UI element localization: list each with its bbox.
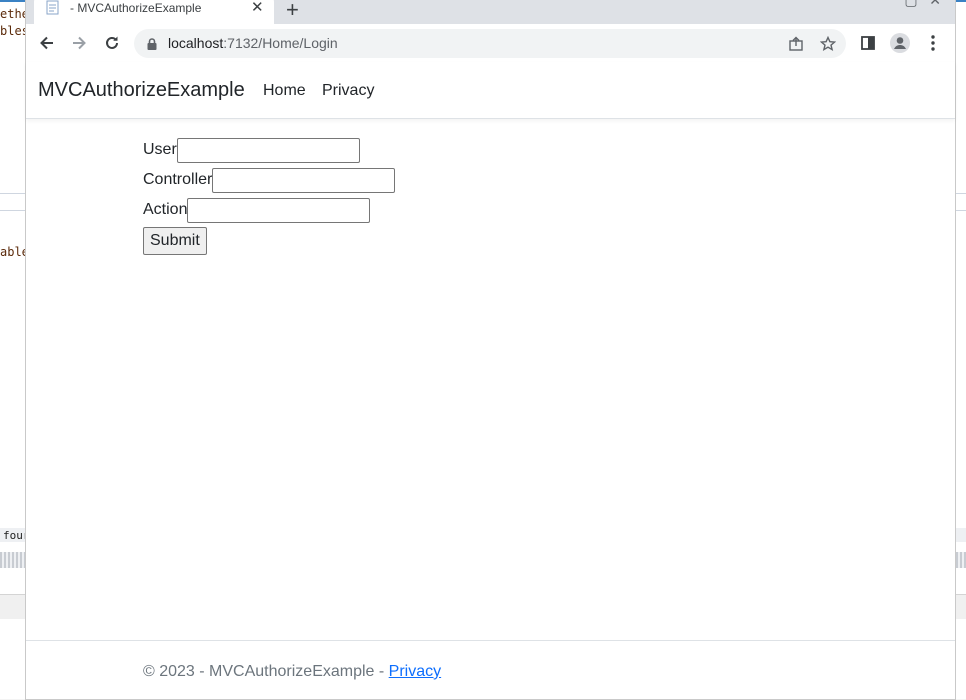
action-row: Action [143, 195, 395, 225]
tab-strip: - MVCAuthorizeExample ✕ + ▢ ✕ [26, 0, 955, 24]
action-input[interactable] [187, 197, 371, 223]
user-row: User [143, 135, 395, 165]
ide-code-line: bles [0, 24, 29, 38]
action-label: Action [143, 201, 188, 218]
forward-icon[interactable] [67, 31, 91, 55]
controller-label: Controller [143, 171, 213, 188]
reload-icon[interactable] [100, 31, 124, 55]
browser-tab[interactable]: - MVCAuthorizeExample ✕ [34, 0, 274, 24]
footer-text: © 2023 - MVCAuthorizeExample - Privacy [143, 663, 441, 681]
controller-input[interactable] [212, 167, 396, 193]
browser-toolbar: localhost:7132/Home/Login [26, 24, 955, 63]
menu-kebab-icon[interactable] [921, 31, 945, 55]
site-footer: © 2023 - MVCAuthorizeExample - Privacy [26, 640, 955, 700]
side-panel-icon[interactable] [856, 31, 880, 55]
share-icon[interactable] [786, 34, 806, 54]
site-brand-link[interactable]: MVCAuthorizeExample [38, 79, 245, 102]
tab-title: - MVCAuthorizeExample [70, 1, 202, 15]
footer-privacy-link[interactable]: Privacy [389, 663, 441, 680]
new-tab-icon[interactable]: + [286, 0, 299, 23]
tab-close-icon[interactable]: ✕ [251, 0, 264, 16]
url-text: localhost:7132/Home/Login [168, 35, 338, 51]
browser-window: - MVCAuthorizeExample ✕ + ▢ ✕ localhost:… [26, 0, 955, 699]
site-navbar: MVCAuthorizeExample Home Privacy [26, 62, 955, 119]
nav-link-home[interactable]: Home [263, 82, 306, 100]
user-label: User [143, 141, 177, 158]
window-controls-icon[interactable]: ▢ ✕ [904, 0, 941, 9]
bookmark-star-icon[interactable] [818, 34, 838, 54]
ide-code-line: able [0, 245, 29, 259]
ide-code-line: ethe [0, 7, 29, 21]
controller-row: Controller [143, 165, 396, 195]
web-page: MVCAuthorizeExample Home Privacy User Co… [26, 62, 955, 699]
login-form: User Controller Action Submit [143, 135, 396, 255]
address-bar[interactable]: localhost:7132/Home/Login [134, 29, 846, 58]
page-favicon-icon [46, 0, 59, 15]
lock-icon[interactable] [146, 37, 158, 51]
user-input[interactable] [176, 137, 360, 163]
back-icon[interactable] [35, 31, 59, 55]
nav-link-privacy[interactable]: Privacy [322, 82, 374, 100]
footer-copyright: © 2023 - MVCAuthorizeExample - [143, 663, 389, 680]
profile-avatar-icon[interactable] [888, 31, 912, 55]
submit-button[interactable]: Submit [143, 227, 207, 255]
